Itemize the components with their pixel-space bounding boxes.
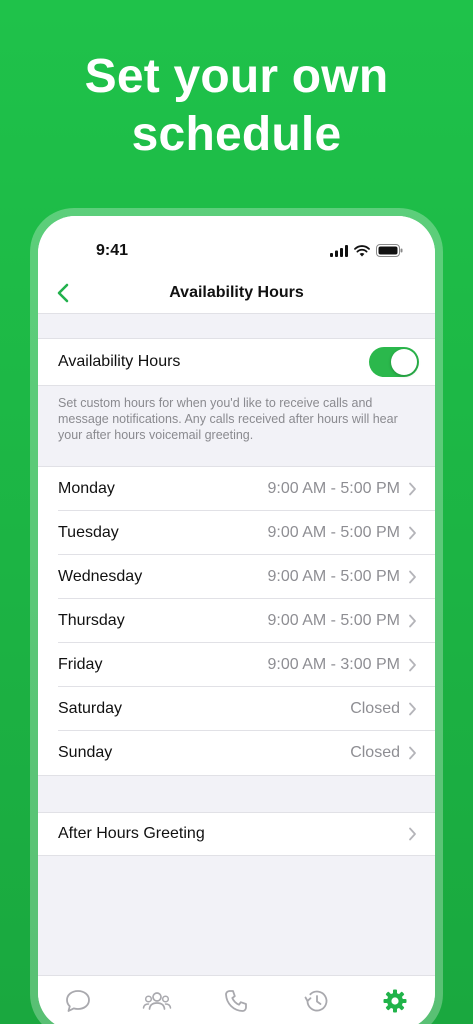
day-hours: 9:00 AM - 3:00 PM [267, 655, 400, 673]
day-name: Sunday [58, 744, 113, 761]
chevron-right-icon [409, 482, 416, 495]
settings-gear-icon [383, 989, 407, 1013]
day-row-saturday[interactable]: Saturday Closed [58, 687, 435, 731]
day-row-tuesday[interactable]: Tuesday 9:00 AM - 5:00 PM [58, 511, 435, 555]
day-hours: 9:00 AM - 5:00 PM [267, 479, 400, 497]
day-row-wednesday[interactable]: Wednesday 9:00 AM - 5:00 PM [58, 555, 435, 599]
day-row-friday[interactable]: Friday 9:00 AM - 3:00 PM [58, 643, 435, 687]
day-row-monday[interactable]: Monday 9:00 AM - 5:00 PM [58, 467, 435, 511]
status-icons [330, 244, 403, 257]
headline-line-2: schedule [131, 108, 342, 161]
wifi-icon [354, 244, 370, 256]
day-name: Friday [58, 655, 103, 673]
chevron-right-icon [409, 658, 416, 671]
day-hours-group: Closed [350, 744, 417, 762]
nav-bar: Availability Hours [38, 274, 435, 314]
day-name: Thursday [58, 611, 125, 629]
chevron-right-icon [409, 702, 416, 715]
day-hours-group: 9:00 AM - 5:00 PM [267, 568, 417, 586]
day-list: Monday 9:00 AM - 5:00 PM Tuesday 9:00 AM - … [38, 466, 435, 776]
availability-toggle[interactable] [369, 347, 419, 377]
day-hours: 9:00 AM - 5:00 PM [267, 567, 400, 585]
history-icon [304, 990, 328, 1012]
chevron-right-icon [409, 526, 416, 539]
tab-contacts[interactable] [140, 988, 174, 1018]
day-hours: 9:00 AM - 5:00 PM [267, 611, 400, 629]
day-hours: 9:00 AM - 5:00 PM [267, 523, 400, 541]
toggle-knob [391, 349, 417, 375]
availability-toggle-row: Availability Hours [38, 338, 435, 386]
tab-calls[interactable] [219, 988, 253, 1018]
availability-note: Set custom hours for when you'd like to … [58, 396, 398, 442]
tab-settings[interactable] [378, 988, 412, 1018]
status-bar: 9:41 [38, 216, 435, 274]
after-hours-greeting-row[interactable]: After Hours Greeting [38, 812, 435, 856]
chevron-right-icon [409, 570, 416, 583]
day-hours: Closed [350, 744, 400, 761]
chevron-right-icon [409, 746, 416, 760]
contacts-icon [142, 992, 172, 1010]
headline: Set your own schedule [0, 48, 473, 164]
tab-messages[interactable] [61, 988, 95, 1018]
day-name: Tuesday [58, 523, 119, 541]
chevron-right-icon [409, 827, 416, 841]
tab-bar [38, 975, 435, 1024]
day-name: Saturday [58, 699, 123, 717]
day-hours-group: 9:00 AM - 5:00 PM [267, 612, 417, 630]
day-row-sunday[interactable]: Sunday Closed [58, 731, 435, 775]
chat-bubble-icon [65, 990, 90, 1012]
day-hours-group: 9:00 AM - 3:00 PM [267, 656, 417, 674]
phone-frame: 9:41 Availability Hours Availability Hou… [30, 208, 443, 1024]
status-time: 9:41 [96, 242, 129, 259]
phone-screen: 9:41 Availability Hours Availability Hou… [38, 216, 435, 1024]
phone-icon [225, 990, 248, 1012]
after-hours-greeting-label: After Hours Greeting [58, 825, 205, 842]
day-hours: Closed [350, 699, 400, 717]
tab-history[interactable] [299, 988, 333, 1018]
day-hours-group: Closed [350, 700, 417, 718]
day-hours-group: 9:00 AM - 5:00 PM [267, 480, 417, 498]
signal-icon [330, 244, 348, 257]
availability-label: Availability Hours [58, 353, 181, 370]
battery-icon [376, 244, 403, 257]
headline-line-1: Set your own [84, 50, 389, 103]
day-row-thursday[interactable]: Thursday 9:00 AM - 5:00 PM [58, 599, 435, 643]
day-name: Wednesday [58, 567, 143, 585]
day-name: Monday [58, 479, 115, 497]
day-hours-group: 9:00 AM - 5:00 PM [267, 524, 417, 542]
page-title: Availability Hours [169, 284, 304, 301]
chevron-right-icon [409, 614, 416, 627]
